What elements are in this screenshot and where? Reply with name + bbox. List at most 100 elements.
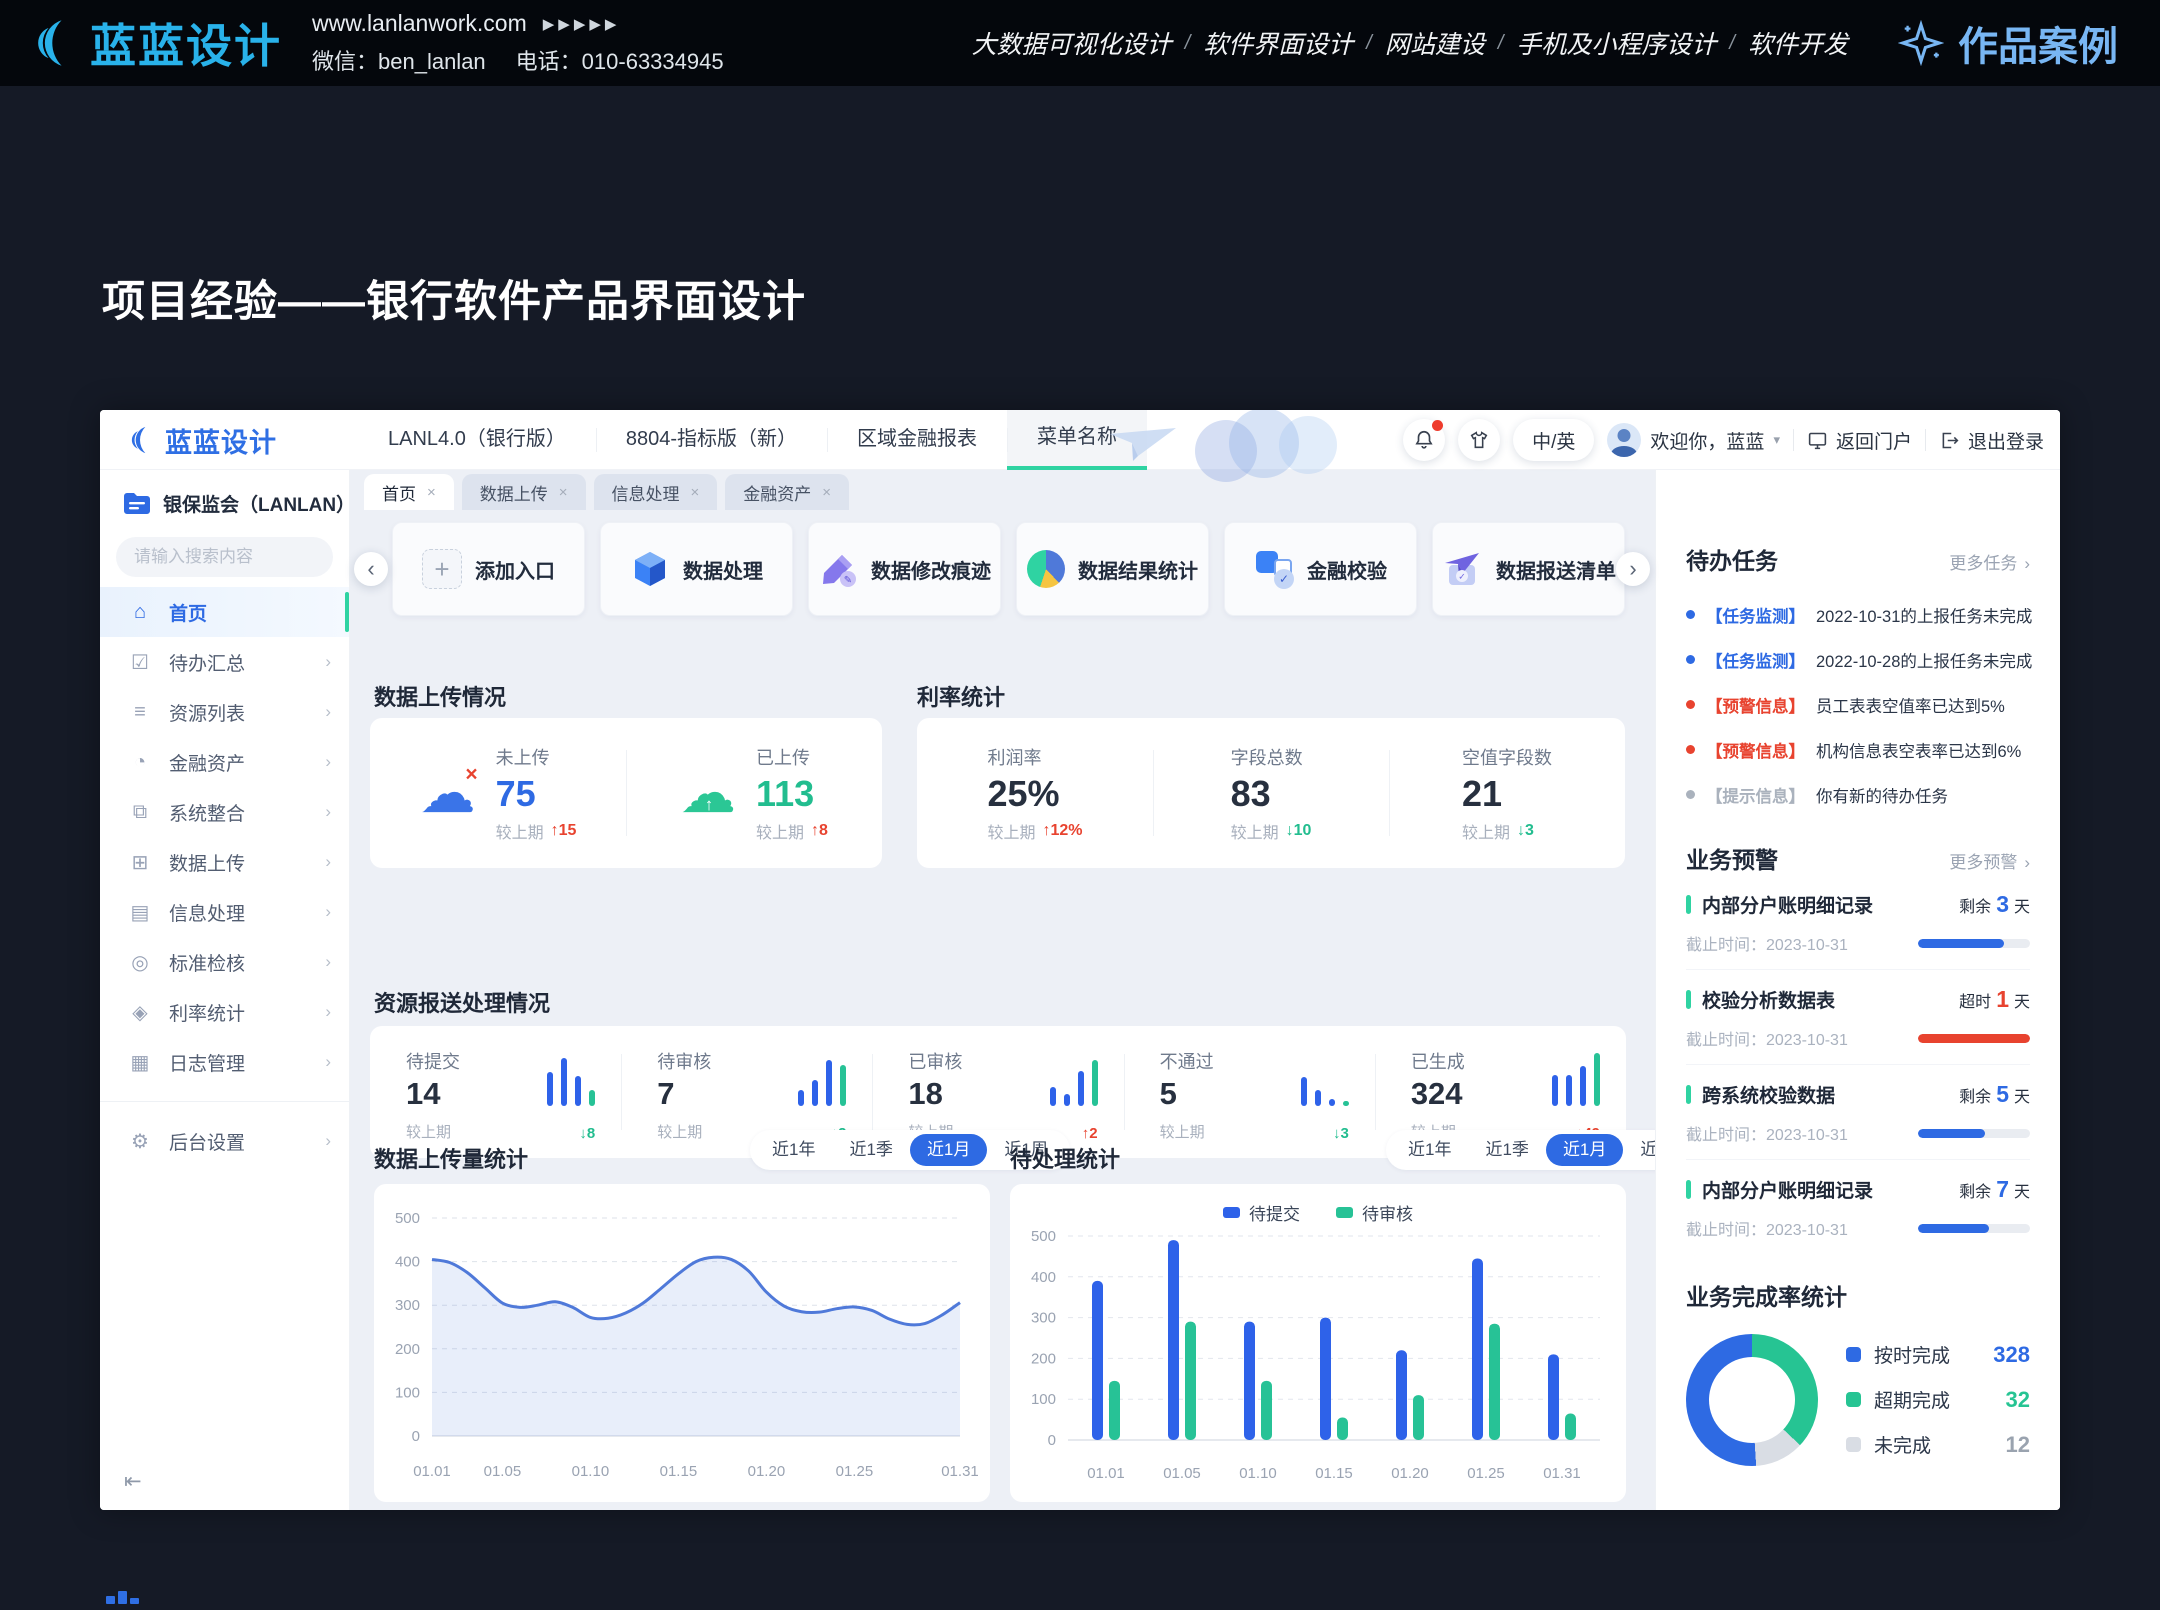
delta-value: ↑2 — [1082, 1125, 1098, 1142]
svg-text:200: 200 — [1031, 1350, 1056, 1367]
sidebar-item-label: 标准检核 — [169, 949, 308, 976]
completion-legend: 按时完成328超期完成32未完成12 — [1846, 1332, 2030, 1467]
todo-icon: ☑ — [128, 650, 152, 675]
nav-item[interactable]: 8804-指标版（新） — [596, 410, 827, 470]
service-item[interactable]: 软件界面设计 — [1203, 25, 1353, 61]
quick-action-金融校验[interactable]: ✓金融校验 — [1224, 522, 1417, 616]
more-warnings-link[interactable]: 更多预警› — [1949, 848, 2030, 873]
tab-首页[interactable]: 首页× — [364, 474, 454, 510]
sidebar-item-金融资产[interactable]: ◔金融资产› — [100, 737, 349, 787]
tab-数据上传[interactable]: 数据上传× — [462, 474, 586, 510]
warning-item[interactable]: 内部分户账明细记录剩余3天截止时间：2023-10-31 — [1686, 875, 2030, 970]
warning-item[interactable]: 校验分析数据表超时1天截止时间：2023-10-31 — [1686, 970, 2030, 1065]
return-portal-link[interactable]: 返回门户 — [1807, 427, 1912, 454]
close-icon[interactable]: × — [822, 484, 831, 501]
sidebar-item-系统整合[interactable]: ⧉系统整合› — [100, 787, 349, 837]
todo-item[interactable]: 【预警信息】机构信息表空表率已达到6% — [1686, 727, 2030, 772]
verify-icon: ✓ — [1254, 549, 1294, 589]
more-tasks-link[interactable]: 更多任务› — [1949, 549, 2030, 574]
sidebar-item-待办汇总[interactable]: ☑待办汇总› — [100, 637, 349, 687]
quick-action-数据处理[interactable]: 数据处理 — [600, 522, 793, 616]
sparkline-chart — [798, 1048, 846, 1106]
legend-value: 32 — [2006, 1387, 2030, 1413]
tab-label: 金融资产 — [743, 480, 811, 505]
nav-item[interactable]: LANL4.0（银行版） — [358, 410, 596, 470]
avatar — [1607, 423, 1641, 457]
filter-近1季[interactable]: 近1季 — [832, 1134, 909, 1166]
warning-item[interactable]: 内部分户账明细记录剩余7天截止时间：2023-10-31 — [1686, 1160, 2030, 1254]
quick-action-添加入口[interactable]: +添加入口 — [392, 522, 585, 616]
org-selector[interactable]: 银保监会（LANLAN） ▾ — [122, 490, 333, 517]
todo-tag: 【预警信息】 — [1706, 693, 1805, 717]
green-tick-decoration — [1686, 1085, 1691, 1104]
service-item[interactable]: 网站建设 — [1385, 25, 1485, 61]
notification-bell-button[interactable] — [1403, 419, 1445, 461]
corner-decoration — [106, 1591, 139, 1604]
shirt-icon — [1468, 429, 1490, 451]
site-brand: 蓝蓝设计 — [28, 10, 282, 76]
service-item[interactable]: 软件开发 — [1748, 25, 1848, 61]
cloud-upload-icon: ☁↑ — [680, 767, 738, 819]
todo-item[interactable]: 【任务监测】2022-10-28的上报任务未完成 — [1686, 637, 2030, 682]
stat-delta: ↑2 — [1082, 1125, 1098, 1142]
warning-name: 跨系统校验数据 — [1702, 1081, 1959, 1108]
todo-item[interactable]: 【提示信息】你有新的待办任务 — [1686, 772, 2030, 817]
folder-icon — [122, 491, 152, 517]
sidebar-item-日志管理[interactable]: ▦日志管理› — [100, 1037, 349, 1087]
stat-delta: 较上期↑12% — [987, 819, 1082, 843]
filter-近1年[interactable]: 近1年 — [755, 1134, 832, 1166]
quick-action-数据结果统计[interactable]: 数据结果统计 — [1016, 522, 1209, 616]
sidebar-item-后台设置[interactable]: ⚙后台设置› — [100, 1116, 349, 1166]
sidebar-item-利率统计[interactable]: ◈利率统计› — [100, 987, 349, 1037]
sidebar-item-标准检核[interactable]: ◎标准检核› — [100, 937, 349, 987]
sidebar-collapse-button[interactable]: ⇤ — [124, 1469, 142, 1494]
legend-item-待审核[interactable]: 待审核 — [1336, 1200, 1413, 1225]
todo-item[interactable]: 【预警信息】员工表表空值率已达到5% — [1686, 682, 2030, 727]
nav-item[interactable]: 区域金融报表 — [827, 410, 1007, 470]
close-icon[interactable]: × — [691, 484, 700, 501]
svg-text:01.15: 01.15 — [1315, 1465, 1353, 1482]
document-icon: ▤ — [128, 900, 152, 925]
phone-label: 电话：010-63334945 — [516, 44, 724, 76]
filter-近1季[interactable]: 近1季 — [1468, 1134, 1545, 1166]
sidebar-item-资源列表[interactable]: ≡资源列表› — [100, 687, 349, 737]
quick-actions-next-button[interactable]: › — [1616, 552, 1650, 586]
stat-value: 324 — [1411, 1076, 1465, 1112]
quick-actions-prev-button[interactable]: ‹ — [354, 552, 388, 586]
sidebar-search[interactable] — [116, 537, 333, 577]
svg-text:01.20: 01.20 — [1391, 1465, 1429, 1482]
close-icon[interactable]: × — [559, 484, 568, 501]
logout-link[interactable]: 退出登录 — [1939, 427, 2044, 454]
search-input[interactable] — [132, 546, 357, 568]
service-item[interactable]: 大数据可视化设计 — [972, 25, 1172, 61]
filter-近1月[interactable]: 近1月 — [910, 1134, 987, 1166]
close-icon[interactable]: × — [427, 484, 436, 501]
deadline-label: 截止时间：2023-10-31 — [1686, 1121, 1848, 1145]
quick-action-数据修改痕迹[interactable]: ✎数据修改痕迹 — [808, 522, 1001, 616]
svg-text:500: 500 — [395, 1210, 420, 1227]
sidebar-item-首页[interactable]: ⌂首页 — [100, 587, 349, 637]
completion-donut-chart — [1686, 1334, 1818, 1466]
filter-近1月[interactable]: 近1月 — [1546, 1134, 1623, 1166]
sidebar-item-信息处理[interactable]: ▤信息处理› — [100, 887, 349, 937]
sidebar-item-数据上传[interactable]: ⊞数据上传› — [100, 837, 349, 887]
tab-信息处理[interactable]: 信息处理× — [594, 474, 718, 510]
service-item[interactable]: 手机及小程序设计 — [1516, 25, 1716, 61]
stat-value: 18 — [908, 1076, 962, 1112]
theme-skin-button[interactable] — [1458, 419, 1500, 461]
completion-legend-row: 超期完成32 — [1846, 1377, 2030, 1422]
status-dot — [1686, 790, 1695, 799]
filter-近1年[interactable]: 近1年 — [1391, 1134, 1468, 1166]
todo-item[interactable]: 【任务监测】2022-10-31的上报任务未完成 — [1686, 592, 2030, 637]
user-menu[interactable]: 欢迎你，蓝蓝 ▾ — [1607, 423, 1780, 457]
quick-action-数据报送清单[interactable]: ✓数据报送清单 — [1432, 522, 1625, 616]
bar-chart-legend: 待提交 待审核 — [1010, 1200, 1626, 1225]
legend-item-待提交[interactable]: 待提交 — [1223, 1200, 1300, 1225]
progress-bar — [1918, 939, 2030, 948]
stat-delta: 较上期↓3 — [1462, 819, 1552, 843]
language-toggle[interactable]: 中/英 — [1513, 419, 1594, 461]
tab-金融资产[interactable]: 金融资产 × — [725, 474, 849, 510]
stat-label: 未上传 — [496, 744, 577, 770]
warning-item[interactable]: 跨系统校验数据剩余5天截止时间：2023-10-31 — [1686, 1065, 2030, 1160]
cloud-error-icon: ☁× — [420, 767, 478, 819]
